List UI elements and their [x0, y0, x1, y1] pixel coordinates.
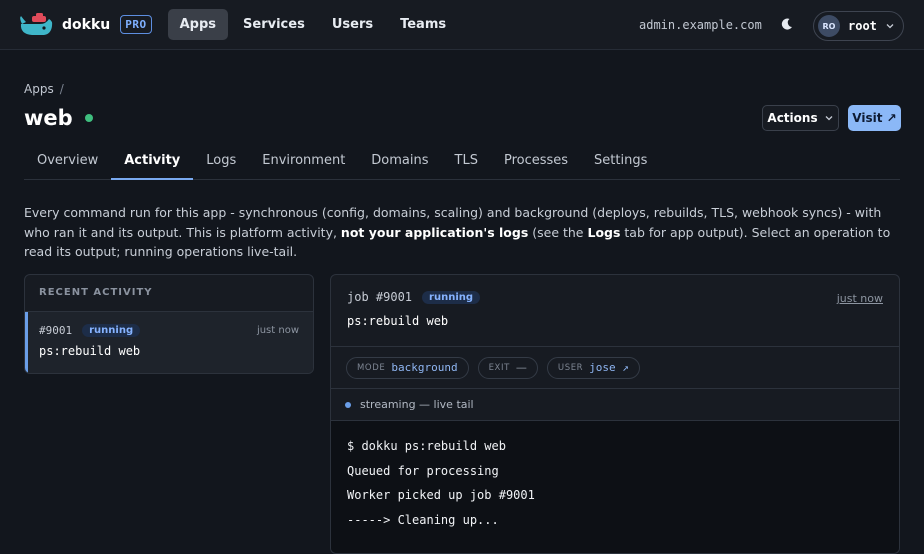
tab-domains[interactable]: Domains [358, 148, 441, 180]
activity-id: #9001 [39, 324, 73, 337]
actions-button-label: Actions [767, 111, 818, 125]
nav-teams[interactable]: Teams [388, 9, 458, 40]
description-text: (see the [528, 224, 588, 240]
brand[interactable]: dokku PRO [18, 12, 168, 38]
tab-settings[interactable]: Settings [581, 148, 660, 180]
tab-logs[interactable]: Logs [193, 148, 249, 180]
breadcrumb-separator: / [59, 82, 64, 96]
description-logs-reference: Logs [587, 224, 621, 240]
job-command: ps:rebuild web [347, 314, 449, 328]
chevron-down-icon [825, 116, 833, 121]
chip-key: USER [557, 362, 584, 373]
brand-name: dokku [62, 16, 111, 33]
exit-chip: EXIT — [477, 356, 538, 379]
app-name: web [24, 106, 73, 130]
tab-tls[interactable]: TLS [442, 148, 491, 180]
avatar: RO [818, 15, 840, 37]
tab-processes[interactable]: Processes [491, 148, 581, 180]
output-line: -----> Cleaning up... [347, 512, 499, 527]
breadcrumb: Apps / [24, 82, 64, 96]
top-navbar: dokku PRO Apps Services Users Teams admi… [0, 0, 924, 50]
job-meta-chips: MODE background EXIT — USER jose ↗ [331, 347, 899, 389]
chip-key: MODE [357, 362, 386, 373]
breadcrumb-apps-link[interactable]: Apps [24, 82, 54, 96]
host-label: admin.example.com [639, 18, 762, 32]
activity-command: ps:rebuild web [39, 344, 141, 358]
output-line: $ dokku ps:rebuild web [347, 439, 506, 453]
dokku-whale-logo-icon [20, 12, 53, 35]
streaming-dot-icon [345, 401, 351, 408]
tab-overview[interactable]: Overview [24, 148, 111, 180]
moon-icon[interactable] [780, 17, 794, 31]
recent-activity-heading: RECENT ACTIVITY [25, 275, 313, 312]
app-tabs: Overview Activity Logs Environment Domai… [24, 148, 900, 180]
nav-services[interactable]: Services [231, 9, 317, 40]
pro-badge: PRO [120, 15, 152, 34]
chip-value: — [515, 361, 527, 374]
chip-key: EXIT [488, 362, 510, 373]
output-line: Worker picked up job #9001 [347, 488, 535, 502]
job-header: job #9001 running just now ps:rebuild we… [331, 275, 899, 347]
status-dot-icon [84, 114, 93, 122]
tab-environment[interactable]: Environment [249, 148, 358, 180]
chip-value: jose ↗ [589, 361, 629, 374]
page-title: web [24, 106, 93, 130]
actions-button[interactable]: Actions [762, 105, 839, 131]
output-line: Queued for processing [347, 463, 499, 478]
visit-button[interactable]: Visit ↗ [848, 105, 901, 131]
mode-chip: MODE background [346, 356, 469, 379]
visit-button-label: Visit ↗ [852, 111, 897, 125]
status-badge: running [82, 324, 141, 337]
nav-apps[interactable]: Apps [167, 9, 229, 40]
user-chip-link[interactable]: USER jose ↗ [546, 356, 640, 379]
job-detail-panel: job #9001 running just now ps:rebuild we… [330, 274, 900, 554]
activity-description: Every command run for this app - synchro… [24, 203, 894, 262]
user-menu-button[interactable]: RO root [813, 11, 904, 41]
status-badge: running [422, 290, 481, 304]
terminal-output: $ dokku ps:rebuild web Queued for proces… [331, 421, 899, 553]
activity-time: just now [256, 325, 299, 336]
nav-users[interactable]: Users [320, 9, 385, 40]
chip-value: background [391, 361, 458, 374]
user-name: root [848, 19, 877, 33]
recent-activity-panel: RECENT ACTIVITY #9001 running just now p… [24, 274, 314, 374]
job-title: job #9001 [347, 290, 413, 304]
stream-label: streaming — live tail [360, 398, 474, 411]
list-item[interactable]: #9001 running just now ps:rebuild web [25, 312, 313, 373]
chevron-down-icon [886, 24, 894, 29]
job-time-link[interactable]: just now [837, 292, 883, 305]
tab-activity[interactable]: Activity [111, 148, 194, 180]
description-emphasis: not your application's logs [340, 224, 529, 240]
stream-status: streaming — live tail [331, 389, 899, 421]
